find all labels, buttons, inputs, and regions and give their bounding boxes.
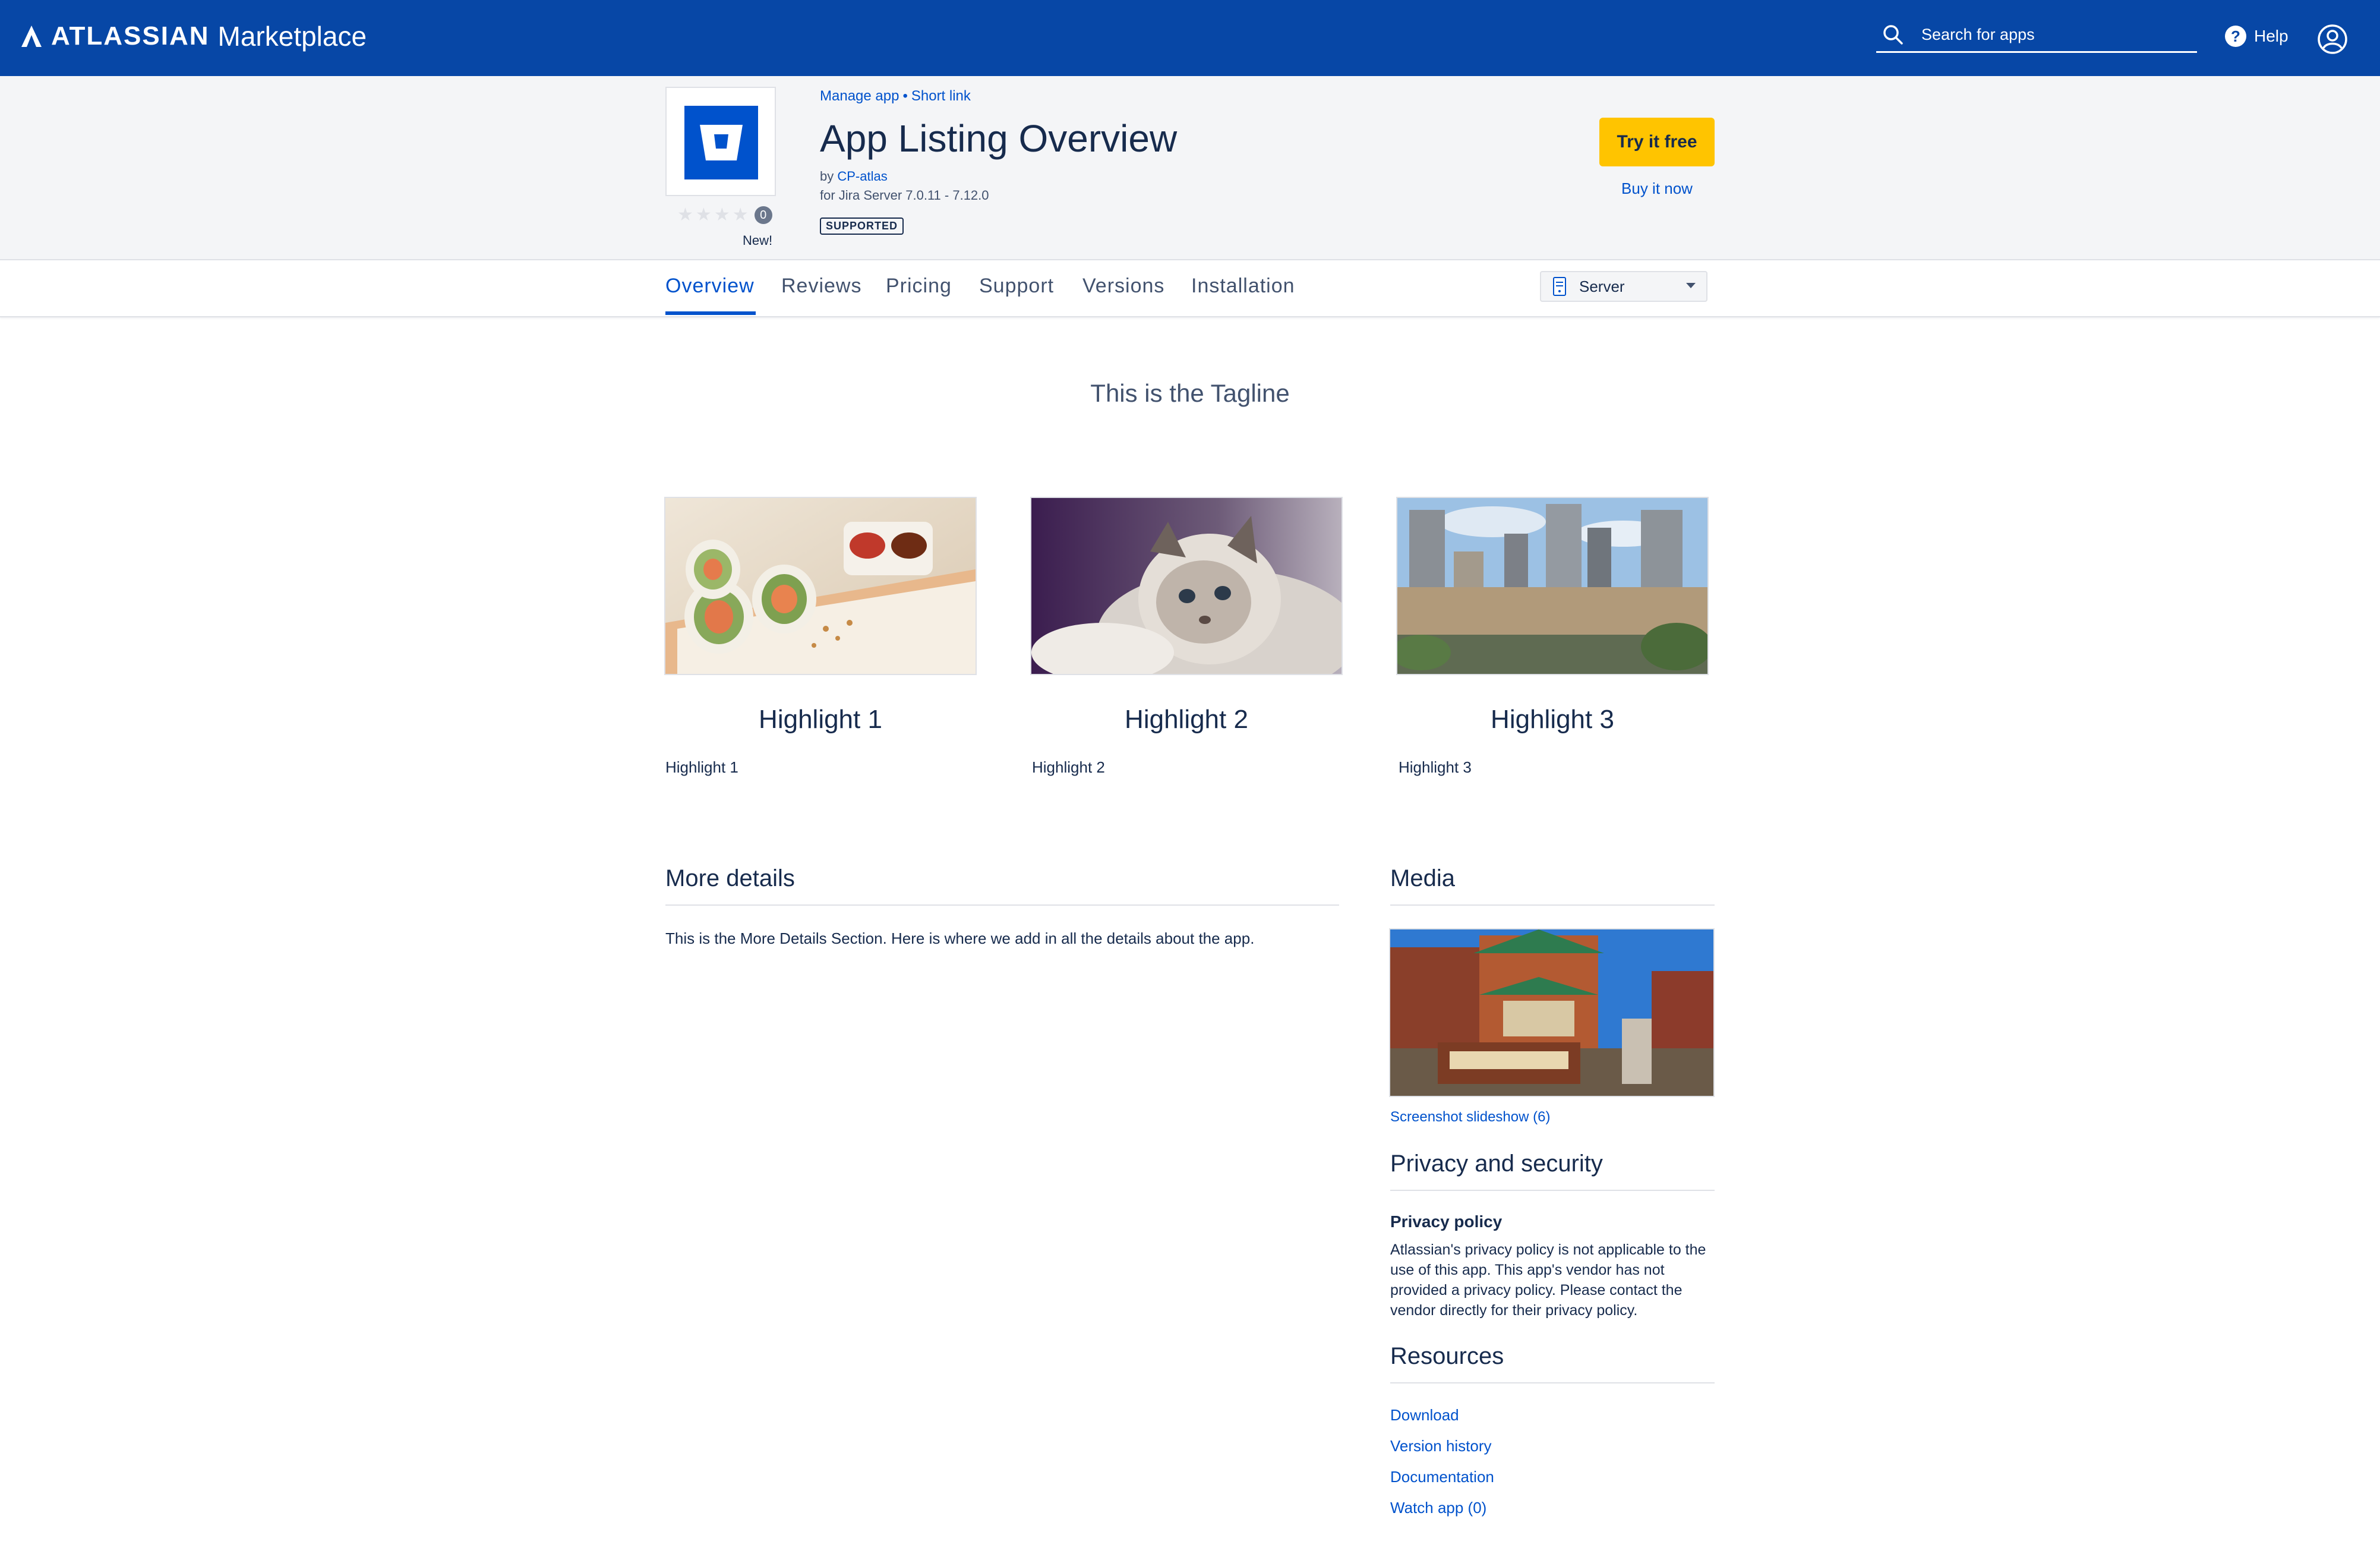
city-skyline-photo [1397,498,1707,674]
app-tagline: This is the Tagline [1090,379,1290,407]
tab-overview[interactable]: Overview [665,275,755,298]
media-divider [1390,904,1715,906]
top-navigation-bar: ATLASSIAN Marketplace ? Help [0,0,2380,76]
highlight-3-text: Highlight 3 [1399,758,1472,776]
tab-installation[interactable]: Installation [1191,275,1295,298]
tab-support[interactable]: Support [979,275,1054,298]
media-screenshot-thumbnail[interactable] [1389,928,1715,1097]
more-details-text: This is the More Details Section. Here i… [665,929,1255,947]
vendor-byline: by CP-atlas [820,169,888,184]
chevron-down-icon [1686,283,1696,288]
tab-versions[interactable]: Versions [1082,275,1164,298]
help-label: Help [2254,27,2289,45]
bitbucket-logo-icon [684,106,758,179]
highlight-2-image[interactable] [1030,497,1343,675]
search-input[interactable] [1920,24,2184,45]
version-history-link[interactable]: Version history [1390,1437,1492,1455]
user-avatar-icon[interactable] [2317,24,2348,55]
cat-photo [1031,498,1341,674]
star-icon: ★ [714,205,730,225]
rating-stars[interactable]: ★ ★ ★ ★ 0 [677,204,772,225]
highlight-2-title: Highlight 2 [1125,705,1248,734]
privacy-security-title: Privacy and security [1390,1151,1603,1177]
rating-count-badge: 0 [754,206,772,224]
hosting-dropdown[interactable]: Server [1540,271,1707,302]
highlight-3-image[interactable] [1396,497,1709,675]
link-separator: • [902,88,908,104]
active-tab-indicator [665,311,756,315]
highlight-2-text: Highlight 2 [1032,758,1105,776]
help-button[interactable]: ? Help [2224,25,2289,48]
media-title: Media [1390,865,1455,891]
star-icon: ★ [695,205,712,225]
atlassian-marketplace-logo[interactable]: ATLASSIAN Marketplace [21,20,367,52]
brand-name: ATLASSIAN [51,21,210,51]
resources-divider [1390,1382,1715,1383]
svg-text:?: ? [2231,27,2240,45]
hosting-selected-value: Server [1579,277,1625,295]
highlight-1-image[interactable] [664,497,977,675]
tab-bar: Overview Reviews Pricing Support Version… [0,260,2380,317]
compatibility-text: for Jira Server 7.0.11 - 7.12.0 [820,188,989,203]
manage-links: Manage app • Short link [820,88,971,105]
atlassian-logo-icon [21,26,42,47]
tab-pricing[interactable]: Pricing [886,275,952,298]
manage-app-link[interactable]: Manage app [820,88,899,104]
search-bar[interactable] [1876,18,2197,53]
spring-rolls-photo [665,498,976,674]
star-icon: ★ [732,205,749,225]
new-label: New! [743,233,773,248]
vendor-link[interactable]: CP-atlas [837,169,887,184]
download-link[interactable]: Download [1390,1406,1459,1424]
more-details-title: More details [665,865,795,891]
app-logo-container [665,87,776,196]
tab-reviews[interactable]: Reviews [781,275,861,298]
documentation-link[interactable]: Documentation [1390,1468,1494,1486]
resources-title: Resources [1390,1343,1504,1369]
buy-it-now-link[interactable]: Buy it now [1599,179,1715,198]
search-icon[interactable] [1882,24,1904,45]
by-prefix: by [820,169,834,184]
privacy-policy-heading: Privacy policy [1390,1212,1503,1231]
server-icon [1553,277,1566,296]
highlight-1-text: Highlight 1 [665,758,738,776]
highlight-3-title: Highlight 3 [1491,705,1614,734]
page-title: App Listing Overview [820,117,1178,160]
watch-app-link[interactable]: Watch app (0) [1390,1499,1486,1517]
more-details-divider [665,904,1339,906]
brand-product: Marketplace [217,21,367,52]
try-it-free-button[interactable]: Try it free [1599,118,1715,166]
supported-badge: SUPPORTED [820,218,904,235]
highlight-1-title: Highlight 1 [759,705,882,734]
short-link[interactable]: Short link [911,88,971,104]
privacy-divider [1390,1190,1715,1191]
question-circle-icon: ? [2225,26,2246,47]
street-scene-photo [1390,929,1713,1096]
screenshot-slideshow-link[interactable]: Screenshot slideshow (6) [1390,1109,1550,1126]
app-header-panel [0,76,2380,260]
privacy-policy-text: Atlassian's privacy policy is not applic… [1390,1241,1706,1319]
star-icon: ★ [677,205,693,225]
